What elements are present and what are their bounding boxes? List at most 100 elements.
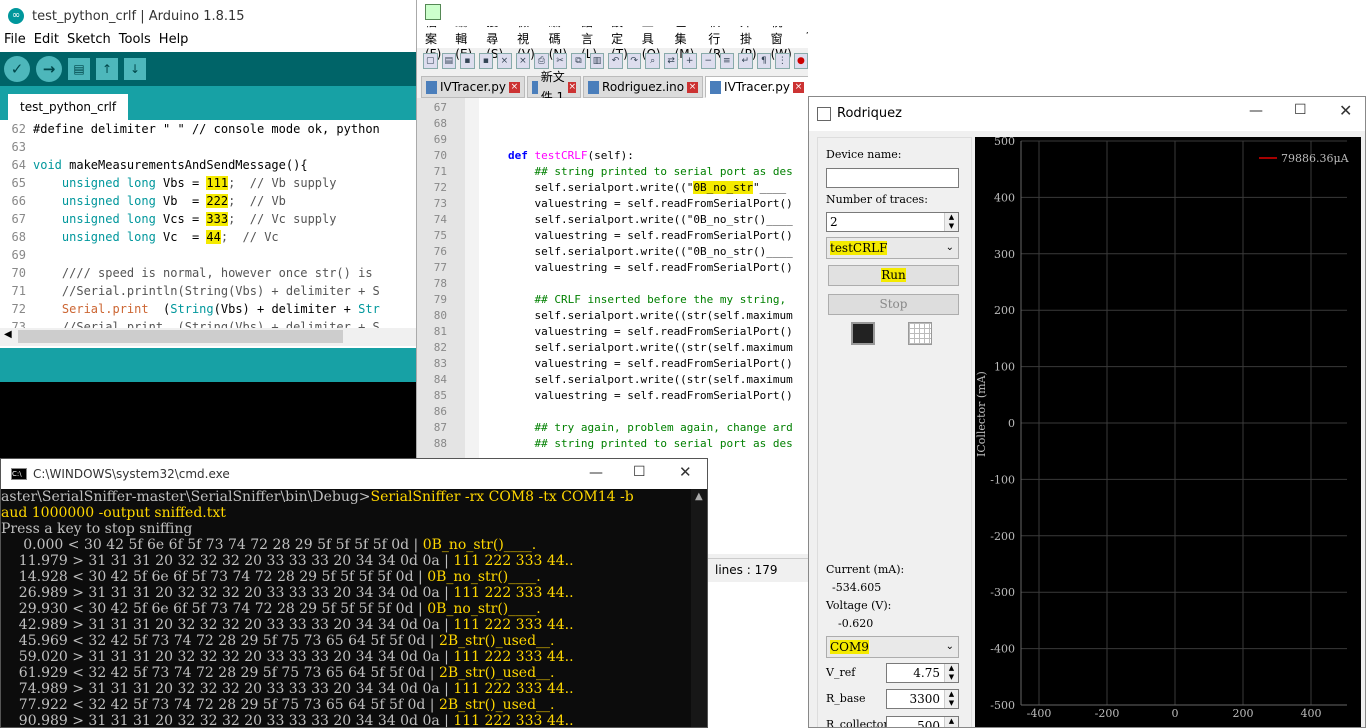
- word-wrap-icon[interactable]: ↵: [738, 53, 753, 69]
- iv-plot-area[interactable]: 500 400 300 200 100 0 -100 -200 -300 -400 -500 -400…: [975, 135, 1361, 727]
- black-background-icon[interactable]: [851, 322, 875, 345]
- x-tick-label: 200: [1233, 707, 1254, 720]
- replace-icon[interactable]: ⇄: [663, 53, 679, 69]
- cmd-close-icon[interactable]: ✕: [679, 463, 692, 481]
- com-port-select[interactable]: COM9 ⌄: [826, 636, 959, 658]
- close-tab-icon[interactable]: ×: [568, 81, 577, 93]
- sync-scroll-icon[interactable]: ≡: [719, 53, 735, 69]
- code-line: 65 unsigned long Vbs = 111; // Vb supply: [0, 174, 416, 192]
- rod-titlebar: Rodriquez — ☐ ✕: [809, 97, 1365, 131]
- scroll-left-icon[interactable]: ◀: [4, 329, 12, 340]
- npp-code-text: self.serialport.write(("0B_no_str()____: [508, 213, 793, 226]
- sniff-row: 42.989 > 31 31 31 20 32 32 32 20 33 33 3…: [1, 617, 691, 633]
- npp-code-text: self.serialport.write((str(self.maximum: [508, 341, 793, 354]
- npp-code-line: 84 self.serialport.write((str(self.maxim…: [417, 372, 808, 388]
- stop-button[interactable]: Stop: [828, 294, 959, 315]
- rod-maximize-icon[interactable]: ☐: [1294, 102, 1307, 118]
- cmd-scrollbar[interactable]: ▲: [691, 489, 707, 727]
- zoom-in-icon[interactable]: +: [682, 53, 697, 69]
- iv-plot-svg: 500 400 300 200 100 0 -100 -200 -300 -400 -500 -400…: [975, 135, 1350, 720]
- menu-file[interactable]: File: [4, 32, 26, 52]
- new-file-icon[interactable]: ▢: [423, 53, 438, 69]
- run-button[interactable]: Run: [828, 265, 959, 286]
- scroll-up-icon[interactable]: ▲: [695, 491, 703, 502]
- npp-line-number: 80: [433, 309, 447, 322]
- menu-edit[interactable]: Edit: [34, 32, 59, 52]
- rod-close-icon[interactable]: ✕: [1339, 101, 1352, 120]
- close-tab-icon[interactable]: ×: [793, 81, 804, 93]
- code-token: void: [33, 158, 62, 172]
- indent-guide-icon[interactable]: ⋮: [775, 53, 790, 69]
- close-tab-icon[interactable]: ×: [687, 81, 699, 93]
- line-number: 69: [11, 248, 26, 262]
- npp-code-text: valuestring = self.readFromSerialPort(): [508, 325, 793, 338]
- undo-icon[interactable]: ↶: [608, 53, 623, 69]
- menu-sketch[interactable]: Sketch: [67, 32, 111, 52]
- arduino-titlebar: ∞ test_python_crlf | Arduino 1.8.15: [0, 0, 416, 32]
- open-file-icon[interactable]: ▤: [441, 53, 457, 69]
- rod-minimize-icon[interactable]: —: [1249, 103, 1263, 119]
- record-macro-icon[interactable]: ●: [793, 53, 808, 69]
- cmd-minimize-icon[interactable]: —: [589, 465, 603, 481]
- npp-file-tab[interactable]: IVTracer.py ×: [705, 76, 808, 98]
- vref-input[interactable]: 4.75 ▲ ▼: [886, 663, 959, 683]
- code-line: 62 #define delimiter " " // console mode …: [0, 120, 416, 138]
- menu-help[interactable]: Help: [159, 32, 189, 52]
- new-sketch-icon[interactable]: ▤: [68, 58, 90, 80]
- rbase-input[interactable]: 3300 ▲ ▼: [886, 689, 959, 709]
- npp-menu-item[interactable]: ?: [806, 30, 808, 44]
- device-name-input[interactable]: [826, 168, 959, 188]
- paste-icon[interactable]: ▥: [589, 53, 605, 69]
- line-number: 72: [11, 302, 26, 316]
- copy-icon[interactable]: ⧉: [571, 53, 586, 69]
- close-tab-icon[interactable]: ×: [508, 81, 520, 93]
- npp-line-number: 67: [433, 101, 447, 114]
- spin-arrows-icon[interactable]: ▲▼: [944, 213, 958, 231]
- cmd-output[interactable]: aster\SerialSniffer-master\SerialSniffer…: [1, 489, 691, 727]
- notepadpp-logo-icon: [425, 4, 441, 20]
- file-icon: [531, 80, 538, 94]
- arduino-code-editor[interactable]: 62 #define delimiter " " // console mode …: [0, 120, 416, 334]
- npp-file-tab[interactable]: IVTracer.py ×: [421, 76, 525, 98]
- sniff-ascii: 111 222 333 44..: [453, 553, 574, 569]
- sniff-hex: 59.020 > 31 31 31 20 32 32 32 20 33 33 3…: [1, 649, 454, 665]
- sniff-hex: 45.969 < 32 42 5f 73 74 72 28 29 5f 75 7…: [1, 633, 439, 649]
- npp-code-line: 82 self.serialport.write((str(self.maxim…: [417, 340, 808, 356]
- spin-arrows-icon[interactable]: ▲▼: [944, 664, 958, 682]
- traces-spinner[interactable]: 2 ▲ ▼: [826, 212, 959, 232]
- vref-value: 4.75: [913, 666, 940, 680]
- code-token: //// speed is normal, however once str()…: [33, 266, 373, 280]
- npp-file-tab[interactable]: Rodriguez.ino ×: [583, 76, 704, 98]
- zoom-out-icon[interactable]: −: [700, 53, 716, 69]
- grid-toggle-icon[interactable]: [908, 322, 932, 345]
- redo-icon[interactable]: ↷: [626, 53, 642, 69]
- cmd-app-icon: C:\: [11, 468, 27, 480]
- rcollector-input[interactable]: 500 ▲▼: [886, 716, 959, 727]
- spin-arrows-icon[interactable]: ▲▼: [944, 717, 958, 727]
- npp-code-line: 78: [417, 276, 808, 292]
- sketch-tab[interactable]: test_python_crlf: [8, 94, 129, 120]
- show-all-chars-icon[interactable]: ¶: [756, 53, 772, 69]
- cmd-maximize-icon[interactable]: ☐: [633, 464, 646, 480]
- close-all-icon[interactable]: ×: [515, 53, 531, 69]
- upload-icon[interactable]: →: [36, 56, 62, 82]
- arduino-hscrollbar[interactable]: ◀: [0, 328, 416, 346]
- verify-icon[interactable]: ✓: [4, 56, 30, 82]
- find-icon[interactable]: ⌕: [645, 53, 660, 69]
- close-file-icon[interactable]: ×: [497, 53, 512, 69]
- spin-arrows-icon[interactable]: ▲▼: [944, 690, 958, 708]
- cmd-window: C:\ C:\WINDOWS\system32\cmd.exe — ☐ ✕ as…: [0, 458, 708, 728]
- arduino-hscroll-thumb[interactable]: [18, 330, 343, 343]
- code-token: unsigned long: [33, 176, 156, 190]
- open-sketch-icon[interactable]: ↑: [96, 58, 118, 80]
- npp-file-tab[interactable]: 新文件 1 ×: [526, 70, 582, 104]
- sniff-ascii: 0B_no_str()____.: [427, 569, 541, 585]
- mode-select[interactable]: testCRLF ⌄: [826, 237, 959, 259]
- npp-code-text: self.serialport.write((str(self.maximum: [508, 373, 793, 386]
- save-icon[interactable]: ▪: [460, 53, 475, 69]
- npp-line-number: 73: [433, 197, 447, 210]
- menu-tools[interactable]: Tools: [119, 32, 151, 52]
- save-sketch-icon[interactable]: ↓: [124, 58, 146, 80]
- save-all-icon[interactable]: ▪: [478, 53, 494, 69]
- code-line: 71 //Serial.println(String(Vbs) + delimi…: [0, 282, 416, 300]
